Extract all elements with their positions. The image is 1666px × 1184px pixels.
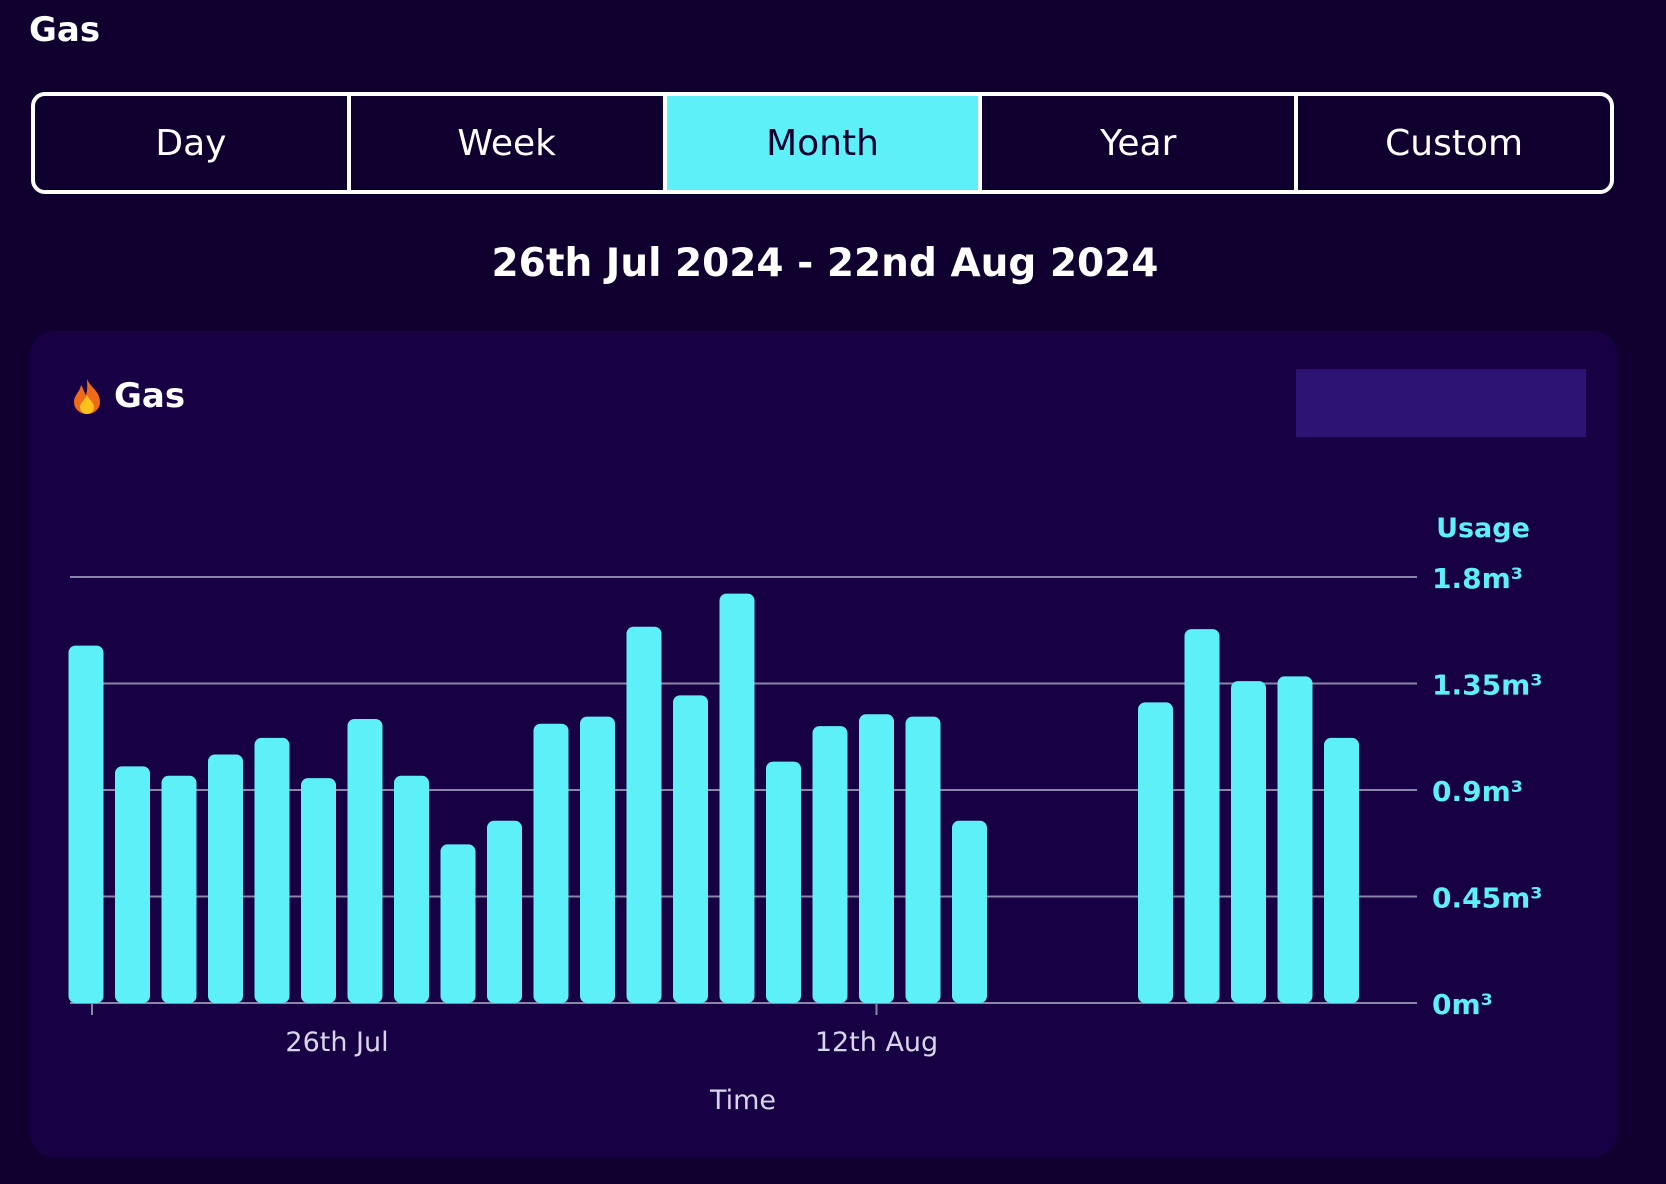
bar[interactable] [161,775,197,1003]
bar[interactable] [254,737,290,1003]
tab-custom[interactable]: Custom [1298,96,1610,190]
bar[interactable] [1324,737,1359,1003]
bar[interactable] [719,593,755,1003]
bar[interactable] [208,754,243,1004]
usage-bar-chart: 0m³ 0.45m³ 0.9m³ 1.35m³ 1.8m³ Usage 26th Jul 12… [68,513,1543,1116]
bar[interactable] [440,844,476,1003]
bar[interactable] [859,714,894,1003]
bar[interactable] [301,778,336,1003]
bar[interactable] [905,716,941,1003]
y-axis-label: Usage [1436,513,1530,544]
x-axis-label: Time [709,1085,776,1116]
bar[interactable] [487,820,522,1003]
bar[interactable] [533,723,569,1003]
bar[interactable] [812,726,848,1003]
x-tick-label: 26th Jul [285,1027,388,1058]
tab-year[interactable]: Year [982,96,1299,190]
bar[interactable] [68,645,104,1003]
tab-day[interactable]: Day [35,96,351,190]
page-title: Gas [29,10,101,50]
x-tick-label: 12th Aug [815,1027,938,1058]
y-tick-label: 0m³ [1432,988,1493,1021]
tab-month[interactable]: Month [666,96,983,190]
bar[interactable] [952,820,987,1003]
bar[interactable] [626,626,662,1003]
bar[interactable] [766,761,801,1003]
bar[interactable] [1138,702,1173,1003]
bar[interactable] [673,695,708,1003]
period-selector: Day Week Month Year Custom [31,92,1614,194]
date-range: 26th Jul 2024 - 22nd Aug 2024 [491,241,1159,286]
bar[interactable] [1231,681,1266,1003]
bar[interactable] [580,716,615,1003]
bar[interactable] [347,719,383,1003]
y-tick-label: 1.8m³ [1432,562,1523,595]
y-tick-label: 1.35m³ [1432,669,1543,702]
y-tick-label: 0.9m³ [1432,775,1523,808]
bar[interactable] [115,766,150,1003]
bar[interactable] [394,775,429,1003]
gas-chart-card: Gas 0m³ 0.45m³ 0.9m³ 1.35m³ 1.8m³ Usage 26th J… [30,331,1617,1157]
bar[interactable] [1277,676,1313,1003]
tab-week[interactable]: Week [351,96,667,190]
bar[interactable] [1184,629,1220,1003]
y-tick-label: 0.45m³ [1432,882,1543,915]
